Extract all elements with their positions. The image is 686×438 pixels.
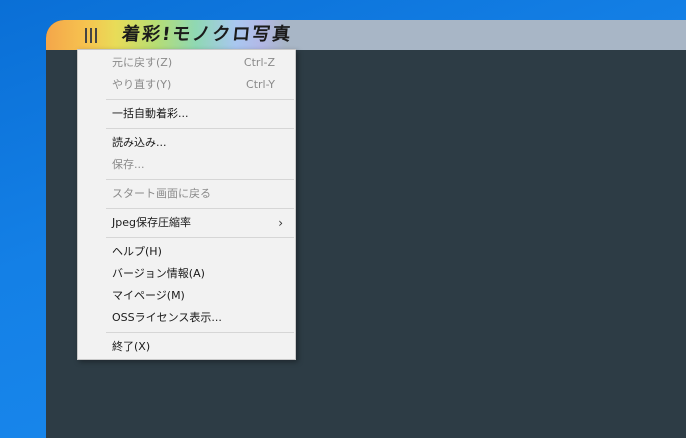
menu-item[interactable]: マイページ(M) bbox=[78, 285, 295, 307]
menu-item-label: 一括自動着彩... bbox=[112, 107, 189, 120]
menu-item[interactable]: バージョン情報(A) bbox=[78, 263, 295, 285]
menu-separator bbox=[106, 99, 294, 100]
menu-separator bbox=[106, 128, 294, 129]
title-bar: 着彩!モノクロ写真 bbox=[46, 20, 686, 50]
menu-item-label: スタート画面に戻る bbox=[112, 187, 211, 200]
chevron-right-icon: › bbox=[278, 216, 283, 230]
menu-item-label: やり直す(Y) bbox=[112, 78, 172, 91]
menu-item-label: OSSライセンス表示... bbox=[112, 311, 222, 324]
menu-item-label: ヘルプ(H) bbox=[112, 245, 162, 258]
menu-item[interactable]: OSSライセンス表示... bbox=[78, 307, 295, 329]
menu-item-label: 元に戻す(Z) bbox=[112, 56, 173, 69]
menu-item-label: Jpeg保存圧縮率 bbox=[112, 216, 191, 229]
menu-item-label: 読み込み... bbox=[112, 136, 167, 149]
app-menu: 元に戻す(Z) Ctrl-Z やり直す(Y) Ctrl-Y 一括自動着彩... 読み込み.… bbox=[77, 49, 296, 360]
menu-item-label: バージョン情報(A) bbox=[112, 267, 205, 280]
menu-item[interactable]: Jpeg保存圧縮率 › bbox=[78, 212, 295, 234]
menu-item[interactable]: 終了(X) bbox=[78, 336, 295, 358]
menu-item-shortcut: Ctrl-Z bbox=[243, 56, 275, 69]
menu-separator bbox=[106, 208, 294, 209]
menu-item[interactable]: スタート画面に戻る bbox=[78, 183, 295, 205]
hamburger-icon bbox=[85, 27, 97, 43]
menu-item[interactable]: やり直す(Y) Ctrl-Y bbox=[78, 74, 295, 96]
menu-item[interactable]: ヘルプ(H) bbox=[78, 241, 295, 263]
menu-separator bbox=[106, 332, 294, 333]
menu-item-shortcut: Ctrl-Y bbox=[246, 78, 275, 91]
menu-item[interactable]: 一括自動着彩... bbox=[78, 103, 295, 125]
menu-separator bbox=[106, 179, 294, 180]
menu-item-label: マイページ(M) bbox=[112, 289, 185, 302]
menu-item-label: 終了(X) bbox=[112, 340, 151, 353]
menu-item[interactable]: 保存... bbox=[78, 154, 295, 176]
menu-button[interactable] bbox=[78, 22, 104, 48]
app-title: 着彩!モノクロ写真 bbox=[120, 24, 294, 45]
menu-item[interactable]: 読み込み... bbox=[78, 132, 295, 154]
menu-separator bbox=[106, 237, 294, 238]
menu-item[interactable]: 元に戻す(Z) Ctrl-Z bbox=[78, 52, 295, 74]
menu-item-label: 保存... bbox=[112, 158, 145, 171]
